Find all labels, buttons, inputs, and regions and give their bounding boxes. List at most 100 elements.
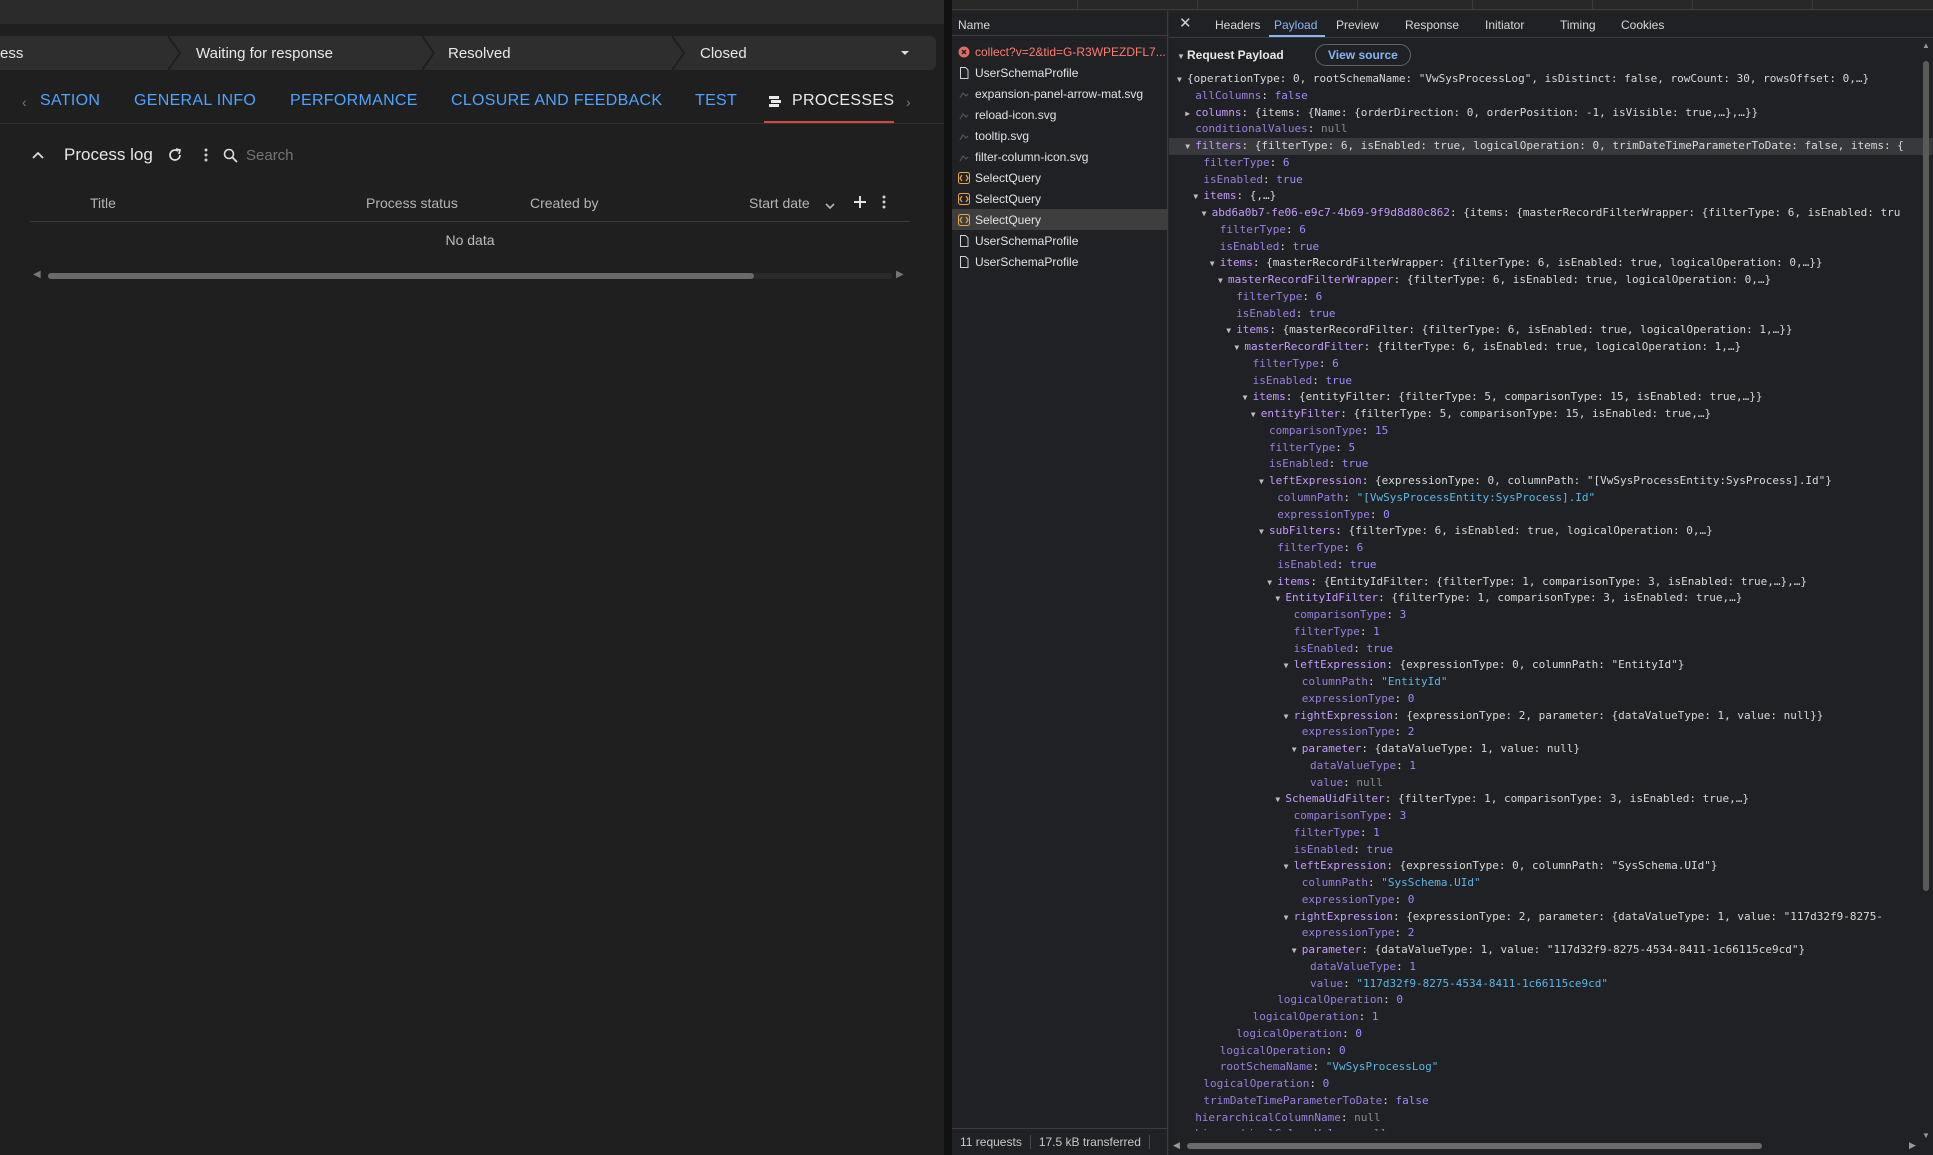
payload-node[interactable]: ▼ abd6a0b7-fe06-e9c7-4b69-9f9d8d80c862: {… bbox=[1169, 205, 1933, 222]
request-row[interactable]: collect?v=2&tid=G-R3WPEZDFL7... bbox=[952, 41, 1168, 62]
payload-node[interactable]: ▼ masterRecordFilterWrapper: {filterType:… bbox=[1169, 272, 1933, 289]
grid-horizontal-scrollbar[interactable]: ◀ ▶ bbox=[30, 268, 910, 282]
request-row[interactable]: filter-column-icon.svg bbox=[952, 146, 1168, 167]
tab-timing[interactable]: Timing bbox=[1560, 18, 1596, 32]
scroll-thumb[interactable] bbox=[48, 273, 754, 279]
scroll-right-arrow-icon[interactable]: ▶ bbox=[896, 269, 904, 280]
scroll-down-arrow-icon[interactable]: ▼ bbox=[1922, 1131, 1930, 1140]
payload-node[interactable]: ▼ EntityIdFilter: {filterType: 1, compari… bbox=[1169, 590, 1933, 607]
property-value: "EntityId" bbox=[1381, 675, 1448, 688]
payload-node[interactable]: ▼ items: {,…} bbox=[1169, 188, 1933, 205]
payload-node[interactable]: ▼ {operationType: 0, rootSchemaName: "VwS… bbox=[1169, 71, 1933, 88]
tab-performance[interactable]: PERFORMANCE bbox=[290, 92, 418, 110]
request-row[interactable]: SelectQuery bbox=[952, 188, 1168, 209]
column-process-status[interactable]: Process status bbox=[366, 195, 458, 211]
payload-node[interactable]: ▼ masterRecordFilter: {filterType: 6, isE… bbox=[1169, 339, 1933, 356]
property-key: expressionType bbox=[1277, 507, 1370, 521]
payload-node[interactable]: ▶ columns: {items: {Name: {orderDirection… bbox=[1169, 105, 1933, 122]
payload-vertical-scrollbar[interactable]: ▲ ▼ bbox=[1921, 41, 1931, 1141]
payload-node[interactable]: ▼ leftExpression: {expressionType: 0, col… bbox=[1169, 657, 1933, 674]
payload-node[interactable]: ▼ filters: {filterType: 6, isEnabled: tru… bbox=[1169, 138, 1933, 155]
tab-preview[interactable]: Preview bbox=[1336, 18, 1379, 32]
request-row[interactable]: UserSchemaProfile bbox=[952, 251, 1168, 272]
payload-node[interactable]: ▼ rightExpression: {expressionType: 2, pa… bbox=[1169, 909, 1933, 926]
property-value: 2 bbox=[1407, 725, 1415, 739]
pane-divider[interactable] bbox=[944, 0, 952, 1155]
stage-in-progress[interactable]: ess bbox=[0, 36, 23, 70]
payload-property: allColumns: false bbox=[1195, 88, 1308, 102]
payload-node[interactable]: ▼ subFilters: {filterType: 6, isEnabled: … bbox=[1169, 523, 1933, 540]
tab-sation[interactable]: SATION bbox=[40, 92, 100, 110]
payload-node[interactable]: ▼ items: {masterRecordFilter: {filterType… bbox=[1169, 322, 1933, 339]
property-key: isEnabled bbox=[1269, 457, 1329, 471]
payload-node[interactable]: ▼ entityFilter: {filterType: 5, compariso… bbox=[1169, 406, 1933, 423]
grid-more-options-icon[interactable] bbox=[882, 195, 886, 212]
tab-test[interactable]: TEST bbox=[695, 92, 737, 110]
payload-node[interactable]: ▼ parameter: {dataValueType: 1, value: nu… bbox=[1169, 741, 1933, 758]
property-value: {filterType: 6, isEnabled: true, logical… bbox=[1376, 340, 1742, 353]
refresh-icon[interactable] bbox=[166, 146, 184, 164]
scroll-left-arrow-icon[interactable]: ◀ bbox=[1173, 1140, 1180, 1151]
payload-node[interactable]: ▼ parameter: {dataValueType: 1, value: "1… bbox=[1169, 942, 1933, 959]
scroll-right-arrow-icon[interactable]: ▶ bbox=[1909, 1140, 1916, 1151]
property-key: items bbox=[1236, 323, 1270, 337]
scroll-thumb[interactable] bbox=[1923, 61, 1929, 891]
property-key: items bbox=[1252, 390, 1286, 404]
tab-cookies[interactable]: Cookies bbox=[1621, 18, 1664, 32]
tab-response[interactable]: Response bbox=[1405, 18, 1459, 32]
tab-headers[interactable]: Headers bbox=[1215, 18, 1260, 32]
column-start-date[interactable]: Start date bbox=[749, 195, 810, 211]
tabs-scroll-left-icon[interactable]: ‹ bbox=[22, 94, 27, 110]
scroll-left-arrow-icon[interactable]: ◀ bbox=[33, 269, 41, 280]
property-key: masterRecordFilter bbox=[1244, 340, 1364, 353]
payload-node[interactable]: ▼ rightExpression: {expressionType: 2, pa… bbox=[1169, 708, 1933, 725]
tabs-scroll-right-icon[interactable]: › bbox=[906, 94, 911, 110]
payload-node[interactable]: ▼ leftExpression: {expressionType: 0, col… bbox=[1169, 473, 1933, 490]
request-row[interactable]: UserSchemaProfile bbox=[952, 62, 1168, 83]
payload-node[interactable]: ▼ items: {masterRecordFilterWrapper: {fil… bbox=[1169, 255, 1933, 272]
property-key: leftExpression bbox=[1293, 859, 1387, 873]
request-row[interactable]: SelectQuery bbox=[952, 209, 1168, 230]
payload-property: isEnabled: true bbox=[1293, 641, 1393, 655]
request-row[interactable]: expansion-panel-arrow-mat.svg bbox=[952, 83, 1168, 104]
payload-node[interactable]: ▼ SchemaUidFilter: {filterType: 1, compar… bbox=[1169, 791, 1933, 808]
property-key: logicalOperation bbox=[1277, 993, 1384, 1007]
tab-closure-and-feedback[interactable]: CLOSURE AND FEEDBACK bbox=[451, 92, 662, 110]
payload-node[interactable]: ▼ items: {entityFilter: {filterType: 5, c… bbox=[1169, 389, 1933, 406]
request-row[interactable]: SelectQuery bbox=[952, 167, 1168, 188]
add-column-plus-icon[interactable] bbox=[852, 194, 868, 213]
stage-waiting-for-response[interactable]: Waiting for response bbox=[196, 36, 333, 70]
more-options-icon[interactable] bbox=[200, 146, 212, 164]
scroll-thumb[interactable] bbox=[1187, 1143, 1762, 1149]
column-title[interactable]: Title bbox=[90, 195, 116, 211]
request-row[interactable]: reload-icon.svg bbox=[952, 104, 1168, 125]
column-created-by[interactable]: Created by bbox=[530, 195, 598, 211]
payload-property: rootSchemaName: "VwSysProcessLog" bbox=[1219, 1060, 1439, 1074]
tab-general-info[interactable]: GENERAL INFO bbox=[134, 92, 256, 110]
name-column-header[interactable]: Name bbox=[952, 11, 1168, 36]
property-key: isEnabled bbox=[1277, 557, 1337, 571]
network-summary-footer: 11 requests 17.5 kB transferred bbox=[952, 1128, 1168, 1155]
request-row[interactable]: tooltip.svg bbox=[952, 125, 1168, 146]
request-row[interactable]: UserSchemaProfile bbox=[952, 230, 1168, 251]
process-log-grid-header: Title Process status Created by Start da… bbox=[30, 186, 910, 222]
stage-dropdown-caret-icon[interactable] bbox=[900, 48, 910, 58]
expanded-triangle-icon: ▼ bbox=[1234, 343, 1240, 352]
request-payload-section[interactable]: ▼ Request Payload bbox=[1177, 48, 1284, 62]
scroll-up-arrow-icon[interactable]: ▲ bbox=[1922, 41, 1930, 50]
property-value: {expressionType: 2, parameter: {dataValu… bbox=[1406, 909, 1884, 923]
search-input[interactable] bbox=[246, 145, 466, 165]
tab-initiator[interactable]: Initiator bbox=[1485, 18, 1524, 32]
view-source-button[interactable]: View source bbox=[1315, 44, 1411, 66]
payload-horizontal-scrollbar[interactable]: ◀ ▶ bbox=[1169, 1139, 1919, 1153]
stage-closed[interactable]: Closed bbox=[700, 36, 747, 70]
sort-chevron-down-icon[interactable] bbox=[825, 198, 835, 214]
collapse-chevron-up-icon[interactable] bbox=[30, 147, 46, 163]
payload-property: columnPath: "EntityId" bbox=[1301, 675, 1448, 688]
tab-processes[interactable]: PROCESSES bbox=[768, 92, 894, 110]
payload-node[interactable]: ▼ items: {EntityIdFilter: {filterType: 1,… bbox=[1169, 574, 1933, 591]
tab-payload[interactable]: Payload bbox=[1274, 18, 1317, 32]
stage-resolved[interactable]: Resolved bbox=[448, 36, 511, 70]
payload-node[interactable]: ▼ leftExpression: {expressionType: 0, col… bbox=[1169, 858, 1933, 875]
close-detail-icon[interactable]: ✕ bbox=[1179, 14, 1192, 32]
